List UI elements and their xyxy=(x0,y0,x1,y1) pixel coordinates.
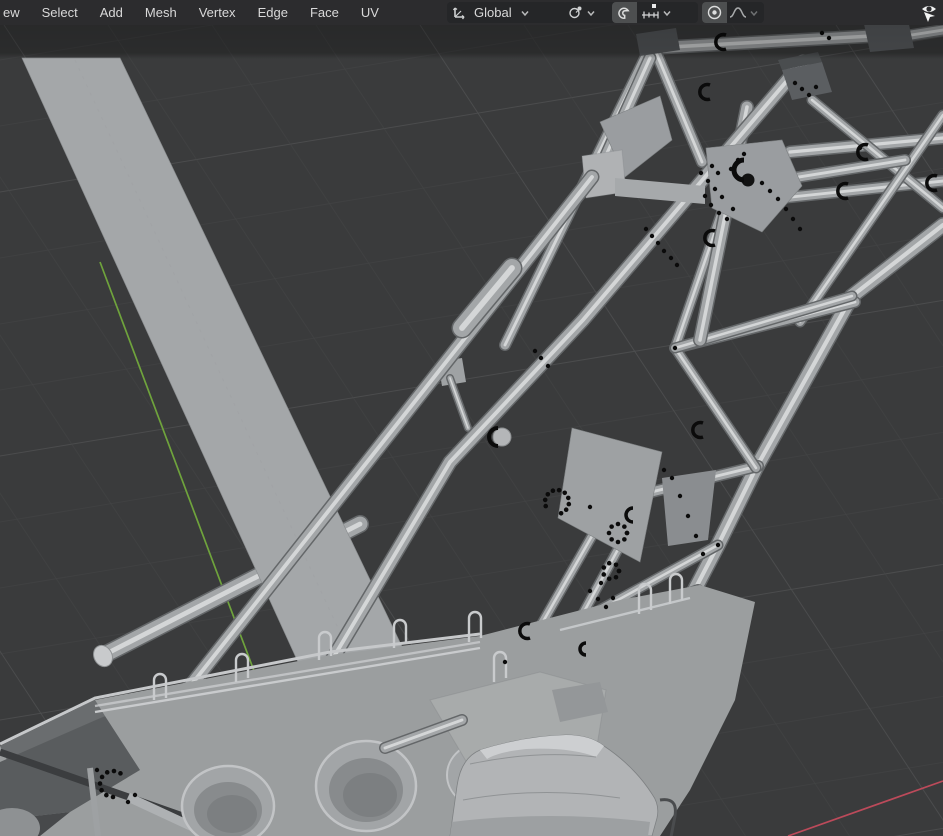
gusset-plate xyxy=(662,470,716,546)
pivot-point-icon xyxy=(569,6,582,19)
menu-vertex[interactable]: Vertex xyxy=(188,0,247,25)
orientation-value: Global xyxy=(474,5,512,20)
viewport-header: ew Select Add Mesh Vertex Edge Face UV G… xyxy=(0,0,943,25)
pivot-point-dropdown[interactable] xyxy=(563,2,617,23)
menu-edge[interactable]: Edge xyxy=(247,0,299,25)
chevron-down-icon xyxy=(587,10,595,16)
menu-add[interactable]: Add xyxy=(89,0,134,25)
chevron-down-icon xyxy=(750,10,758,16)
snap-settings[interactable] xyxy=(637,3,677,22)
snap-group xyxy=(612,2,698,23)
chevron-down-icon xyxy=(521,10,529,16)
viewport-3d[interactable] xyxy=(0,0,943,836)
menu-mesh[interactable]: Mesh xyxy=(134,0,188,25)
eye-cursor-icon xyxy=(922,6,936,22)
snap-magnet-icon xyxy=(618,7,630,19)
proportional-editing-icon xyxy=(707,5,722,20)
snap-increment-icon xyxy=(642,4,659,19)
snap-toggle[interactable] xyxy=(612,2,637,23)
show-whole-scene-toggle[interactable] xyxy=(918,1,942,24)
chevron-down-icon xyxy=(663,10,671,16)
pulley-wheel xyxy=(492,427,512,447)
transform-orientation-dropdown[interactable]: Global xyxy=(447,2,567,23)
blender-window: ew Select Add Mesh Vertex Edge Face UV G… xyxy=(0,0,943,836)
proportional-editing-toggle[interactable] xyxy=(702,2,727,23)
menu-face[interactable]: Face xyxy=(299,0,350,25)
proportional-edit-group xyxy=(702,2,764,23)
menu-select[interactable]: Select xyxy=(31,0,89,25)
transform-orientation-icon xyxy=(452,7,465,20)
falloff-dropdown[interactable] xyxy=(727,4,763,21)
falloff-curve-icon xyxy=(729,7,747,18)
menu-view[interactable]: ew xyxy=(0,0,31,25)
menu-uv[interactable]: UV xyxy=(350,0,390,25)
